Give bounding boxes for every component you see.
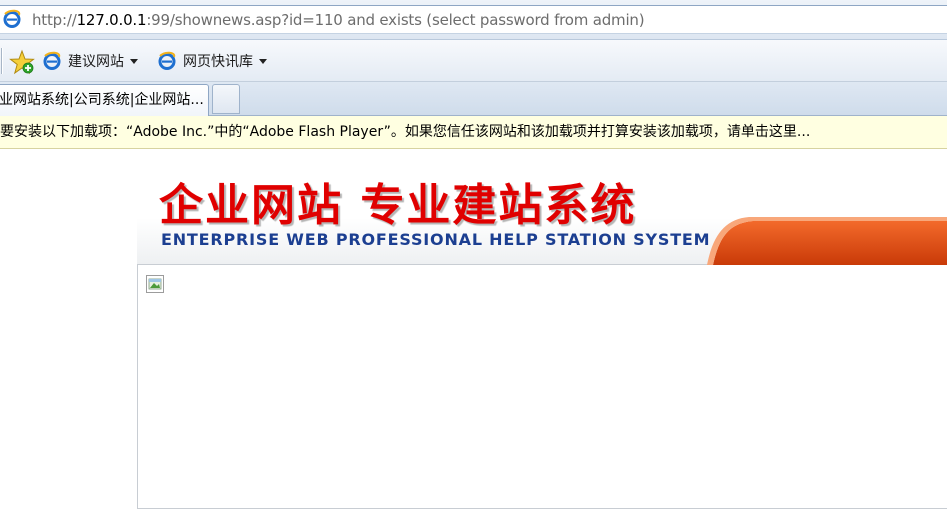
tab-active[interactable]: 业网站系统|公司系统|企业网站... — [0, 84, 209, 116]
banner-subtitle: ENTERPRISE WEB PROFESSIONAL HELP STATION… — [161, 230, 711, 249]
fav-link-label: 网页快讯库 — [183, 54, 253, 70]
url-host: 127.0.0.1 — [76, 11, 147, 29]
favorites-star-icon[interactable] — [9, 49, 35, 75]
url-path-query: :99/shownews.asp?id=110 and exists (sele… — [146, 11, 645, 29]
ie-icon — [157, 51, 177, 71]
banner-swoosh-graphic — [707, 217, 947, 265]
fav-link-web-slice-gallery[interactable]: 网页快讯库 — [157, 49, 267, 73]
favorites-bar: 建议网站 网页快讯库 — [0, 40, 947, 82]
ie-icon — [42, 51, 62, 71]
banner-title: 企业网站 专业建站系统 — [159, 180, 637, 231]
page-content — [137, 265, 947, 509]
site-banner: 企业网站 专业建站系统 ENTERPRISE WEB PROFESSIONAL … — [137, 149, 947, 265]
fav-link-label: 建议网站 — [68, 54, 124, 70]
address-bar: http://127.0.0.1:99/shownews.asp?id=110 … — [0, 0, 947, 40]
chevron-down-icon — [130, 58, 138, 64]
chevron-down-icon — [259, 58, 267, 64]
toolbar-divider — [1, 48, 3, 74]
url-scheme: http:// — [32, 11, 77, 29]
information-bar[interactable]: 要安装以下加载项：“Adobe Inc.”中的“Adobe Flash Play… — [0, 116, 947, 149]
tab-strip: 业网站系统|公司系统|企业网站... — [0, 82, 947, 116]
new-tab-button[interactable] — [212, 84, 240, 114]
url-text: http://127.0.0.1:99/shownews.asp?id=110 … — [32, 10, 645, 30]
url-field[interactable]: http://127.0.0.1:99/shownews.asp?id=110 … — [0, 5, 947, 34]
fav-link-suggested-sites[interactable]: 建议网站 — [42, 49, 138, 73]
ie-icon — [2, 9, 22, 29]
broken-image-icon — [146, 275, 164, 293]
